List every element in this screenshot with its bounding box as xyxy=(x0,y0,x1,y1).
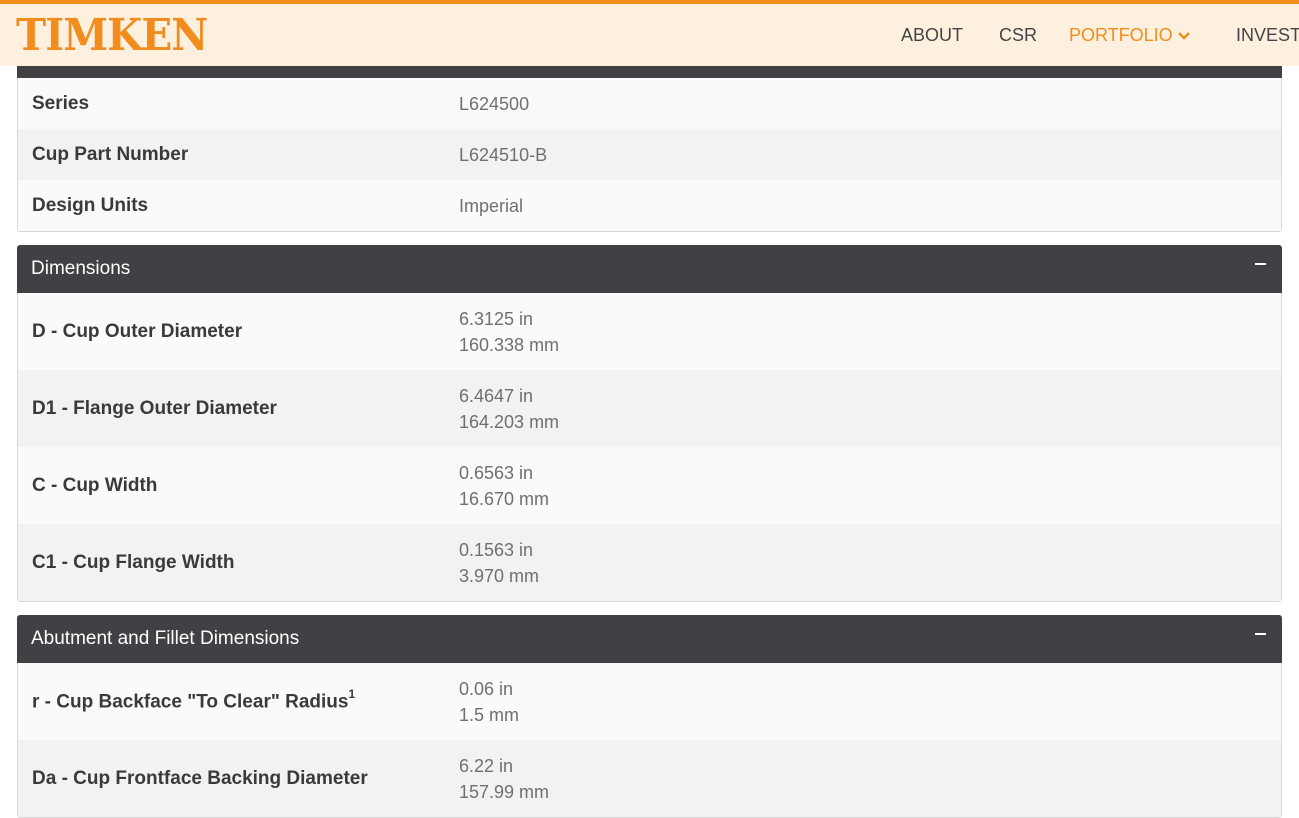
table-row: Design Units Imperial xyxy=(18,180,1281,231)
value-mm: 157.99 mm xyxy=(459,781,550,802)
value-mm: 164.203 mm xyxy=(459,411,560,432)
value-in: 0.06 in xyxy=(459,678,514,699)
value-mm: 3.970 mm xyxy=(459,565,540,586)
row-value: L624500 xyxy=(459,93,530,114)
row-label: C1 - Cup Flange Width xyxy=(32,551,235,573)
value-in: 6.22 in xyxy=(459,755,514,776)
collapse-icon[interactable] xyxy=(1255,263,1266,265)
row-value: 0.1563 in 3.970 mm xyxy=(459,537,539,589)
value-mm: 1.5 mm xyxy=(459,704,520,725)
abutment-panel-body: r - Cup Backface "To Clear" Radius1 0.06… xyxy=(17,663,1282,818)
dimensions-panel: Dimensions D - Cup Outer Diameter 6.3125… xyxy=(17,245,1282,602)
value-mm: 160.338 mm xyxy=(459,334,560,355)
nav-csr[interactable]: CSR xyxy=(999,23,1037,47)
panel-header-strip xyxy=(17,66,1282,78)
table-row: Da - Cup Frontface Backing Diameter 6.22… xyxy=(18,740,1281,817)
row-value: 6.3125 in 160.338 mm xyxy=(459,306,559,358)
nav-portfolio-label: PORTFOLIO xyxy=(1069,25,1173,45)
collapse-icon[interactable] xyxy=(1255,633,1266,635)
chevron-down-icon xyxy=(1177,32,1190,40)
table-row: C1 - Cup Flange Width 0.1563 in 3.970 mm xyxy=(18,524,1281,601)
table-row: C - Cup Width 0.6563 in 16.670 mm xyxy=(18,447,1281,524)
value-in: 6.3125 in xyxy=(459,308,534,329)
row-label: r - Cup Backface "To Clear" Radius1 xyxy=(18,687,459,713)
row-value: 0.06 in 1.5 mm xyxy=(459,676,519,728)
site-header: TIMKEN ABOUT CSR PORTFOLIO INVESTO xyxy=(0,0,1299,66)
abutment-panel: Abutment and Fillet Dimensions r - Cup B… xyxy=(17,615,1282,818)
panel-title: Dimensions xyxy=(31,258,131,279)
nav-portfolio[interactable]: PORTFOLIO xyxy=(1069,23,1191,47)
row-value: 6.4647 in 164.203 mm xyxy=(459,383,559,435)
value-in: 0.1563 in xyxy=(459,539,534,560)
dimensions-panel-body: D - Cup Outer Diameter 6.3125 in 160.338 … xyxy=(17,293,1282,602)
nav-investors[interactable]: INVESTO xyxy=(1236,23,1299,47)
table-row: D1 - Flange Outer Diameter 6.4647 in 164.… xyxy=(18,370,1281,447)
row-label: Da - Cup Frontface Backing Diameter xyxy=(32,767,368,789)
row-label: Design Units xyxy=(32,194,149,216)
panel-title: Abutment and Fillet Dimensions xyxy=(31,628,300,649)
row-value: 6.22 in 157.99 mm xyxy=(459,753,549,805)
footnote-marker: 1 xyxy=(348,687,356,702)
value-in: 6.4647 in xyxy=(459,385,534,406)
value-mm: 16.670 mm xyxy=(459,488,550,509)
product-spec-content: Series L624500 Cup Part Number L624510-B… xyxy=(17,66,1282,818)
table-row: D - Cup Outer Diameter 6.3125 in 160.338 … xyxy=(18,293,1281,370)
table-row: Cup Part Number L624510-B xyxy=(18,129,1281,180)
nav-about[interactable]: ABOUT xyxy=(901,23,963,47)
main-nav: ABOUT CSR PORTFOLIO INVESTO xyxy=(0,4,1299,66)
value-in: 0.6563 in xyxy=(459,462,534,483)
table-row: r - Cup Backface "To Clear" Radius1 0.06… xyxy=(18,663,1281,740)
row-value: 0.6563 in 16.670 mm xyxy=(459,460,549,512)
abutment-panel-header[interactable]: Abutment and Fillet Dimensions xyxy=(17,615,1282,663)
row-value: Imperial xyxy=(459,195,524,216)
row-label: D1 - Flange Outer Diameter xyxy=(32,397,277,419)
row-label: D - Cup Outer Diameter xyxy=(32,320,243,342)
row-label-text: r - Cup Backface "To Clear" Radius xyxy=(32,691,349,713)
dimensions-panel-header[interactable]: Dimensions xyxy=(17,245,1282,293)
row-label: C - Cup Width xyxy=(32,474,158,496)
general-info-panel: Series L624500 Cup Part Number L624510-B… xyxy=(17,78,1282,232)
row-label: Cup Part Number xyxy=(32,143,189,165)
row-label: Series xyxy=(32,92,90,114)
table-row: Series L624500 xyxy=(18,78,1281,129)
row-value: L624510-B xyxy=(459,144,548,165)
